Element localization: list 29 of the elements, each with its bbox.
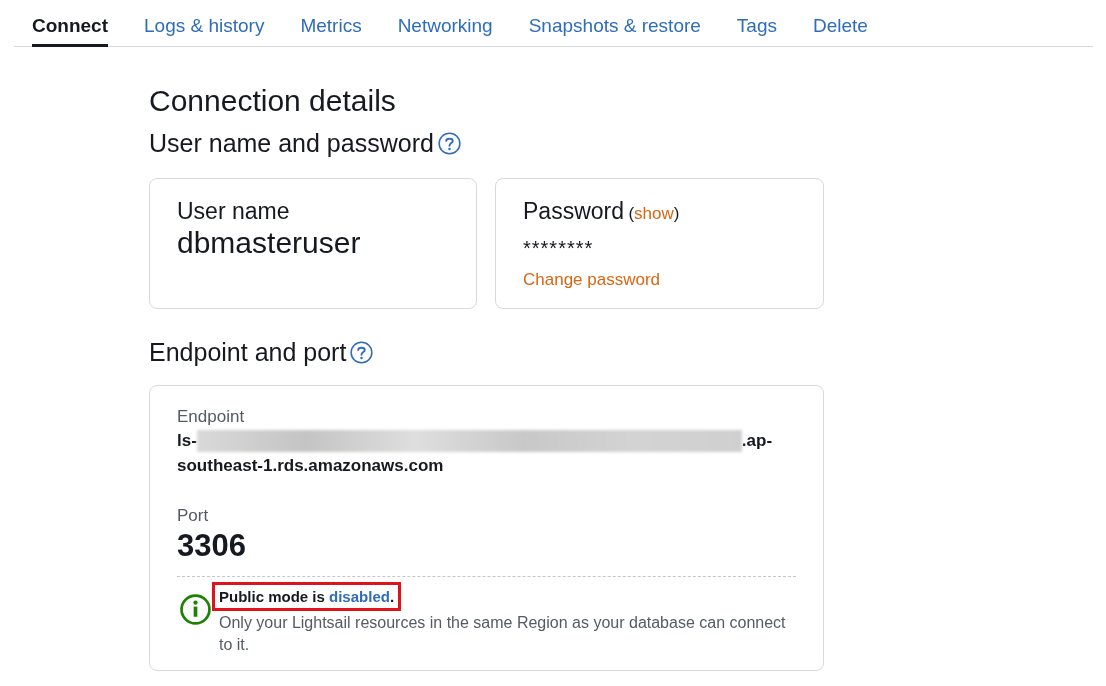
port-value: 3306 (177, 527, 247, 565)
tab[interactable]: Snapshots & restore (528, 12, 701, 47)
tab[interactable]: Tags (736, 12, 777, 47)
help-icon[interactable] (437, 131, 461, 155)
tab[interactable]: Logs & history (144, 12, 265, 47)
endpoint-text: .ap- (741, 430, 773, 452)
tab[interactable]: Networking (397, 12, 493, 47)
field-label: Password (523, 198, 624, 224)
endpoint-text: ls- (177, 430, 197, 452)
notice-title: Public mode is disabled. (219, 587, 395, 606)
paren-text: ) (673, 204, 680, 223)
section-heading: User name and password (149, 128, 434, 158)
tab[interactable]: Delete (813, 12, 868, 47)
paren-text: ( (628, 204, 635, 223)
masked-password: ******** (523, 235, 595, 261)
tab[interactable]: Connect (32, 12, 108, 47)
tab[interactable]: Metrics (300, 12, 362, 47)
info-icon (180, 594, 211, 625)
section-heading: Endpoint and port (149, 337, 347, 367)
field-label: Endpoint (177, 406, 246, 428)
page-title: Connection details (149, 83, 397, 119)
help-icon[interactable] (350, 340, 374, 364)
endpoint-text: southeast-1.rds.amazonaws.com (177, 455, 444, 477)
change-password-link[interactable]: Change password (523, 269, 661, 289)
user-name-value: dbmasteruser (177, 225, 362, 261)
field-label: Port (177, 505, 210, 527)
notice-description: Only your Lightsail resources in the same Region as your database can connect to it. (219, 613, 787, 655)
show-link[interactable]: show (634, 204, 674, 223)
field-label: User name (177, 197, 291, 225)
